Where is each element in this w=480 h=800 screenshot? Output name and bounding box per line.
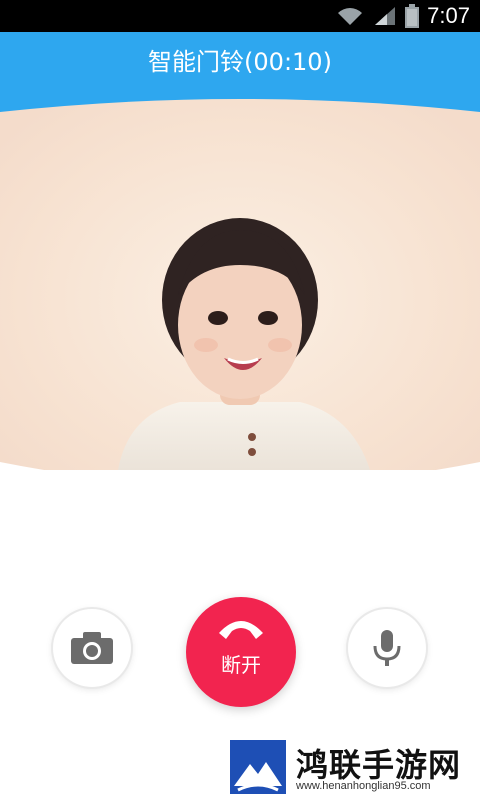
status-bar: 7:07 xyxy=(0,0,480,32)
watermark-url: www.henanhonglian95.com xyxy=(296,780,431,792)
status-icons: 7:07 xyxy=(335,0,470,32)
page-title: 智能门铃(00:10) xyxy=(148,48,332,76)
camera-icon xyxy=(71,632,113,664)
status-time: 7:07 xyxy=(427,3,470,28)
wifi-icon xyxy=(335,5,365,27)
signal-icon xyxy=(373,5,397,27)
watermark: 鸿联手游网 www.henanhonglian95.com xyxy=(230,740,480,800)
battery-icon xyxy=(405,4,420,28)
hangup-button[interactable]: 断开 xyxy=(186,597,296,707)
watermark-logo-icon xyxy=(230,740,286,794)
microphone-icon xyxy=(373,630,401,666)
phone-hangup-icon xyxy=(219,621,263,639)
microphone-button[interactable] xyxy=(348,609,426,687)
hangup-label: 断开 xyxy=(221,653,261,677)
video-feed xyxy=(0,90,480,470)
call-controls: 断开 xyxy=(0,597,480,740)
snapshot-button[interactable] xyxy=(53,609,131,687)
